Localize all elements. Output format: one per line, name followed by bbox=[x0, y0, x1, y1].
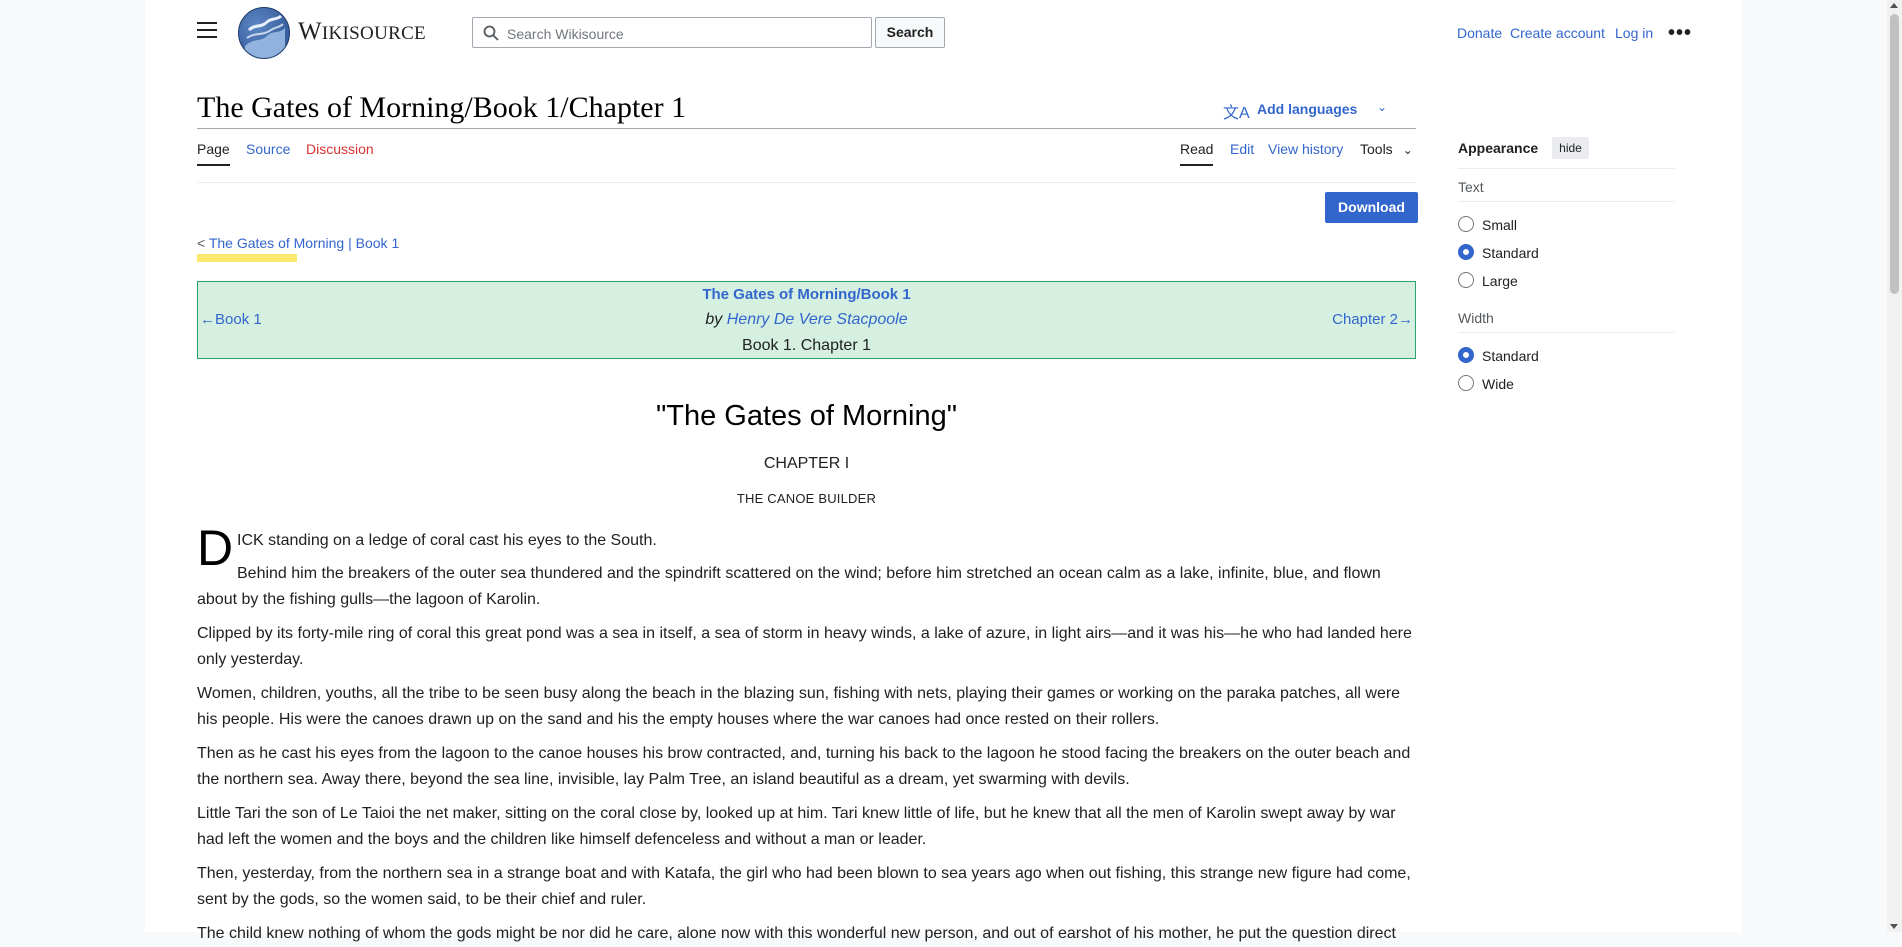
text-large-radio[interactable] bbox=[1458, 272, 1474, 288]
tab-page[interactable]: Page bbox=[197, 141, 230, 166]
previous-link[interactable]: ←Book 1 bbox=[200, 311, 262, 328]
page-scrollbar[interactable] bbox=[1887, 0, 1902, 932]
tools-label: Tools bbox=[1360, 141, 1393, 157]
language-icon: 文A bbox=[1223, 105, 1250, 122]
width-label: Width bbox=[1458, 310, 1494, 326]
scroll-down-arrow-icon[interactable] bbox=[1890, 924, 1898, 929]
width-standard-label[interactable]: Standard bbox=[1482, 348, 1539, 364]
text-standard-radio[interactable] bbox=[1458, 244, 1474, 260]
chapter-subtitle: THE CANOE BUILDER bbox=[736, 491, 877, 506]
breadcrumb-work-link[interactable]: The Gates of Morning bbox=[209, 235, 344, 251]
header-template-box: The Gates of Morning/Book 1 by Henry De … bbox=[197, 281, 1416, 359]
appearance-heading: Appearance bbox=[1458, 140, 1539, 156]
download-button[interactable]: Download bbox=[1325, 192, 1418, 223]
paragraph-5: Little Tari the son of Le Taioi the net … bbox=[197, 805, 1396, 848]
next-link[interactable]: Chapter 2→ bbox=[1332, 311, 1413, 328]
paragraph-1a: Behind him the breakers of the outer sea… bbox=[237, 565, 1381, 582]
text-size-label: Text bbox=[1458, 179, 1484, 195]
tools-menu[interactable]: Tools ⌄ bbox=[1360, 141, 1413, 157]
search-icon bbox=[483, 25, 499, 41]
paragraph-1b: about by the fishing gulls—the lagoon of… bbox=[197, 591, 541, 608]
section-label: Book 1. Chapter 1 bbox=[742, 337, 871, 354]
wikisource-wordmark[interactable]: WIKISOURCE bbox=[298, 18, 426, 46]
add-languages-button[interactable]: 文A Add languages ⌄ bbox=[1223, 100, 1387, 122]
breadcrumb-separator: | bbox=[344, 235, 356, 251]
tab-view-history[interactable]: View history bbox=[1268, 141, 1343, 157]
text-small-label[interactable]: Small bbox=[1482, 217, 1517, 233]
tab-source[interactable]: Source bbox=[246, 141, 290, 157]
wordmark-initial: W bbox=[298, 18, 322, 45]
by-label: by bbox=[705, 311, 727, 328]
more-options-icon[interactable]: ••• bbox=[1668, 22, 1692, 45]
paragraph-3: Women, children, youths, all the tribe t… bbox=[197, 685, 1401, 728]
log-in-link[interactable]: Log in bbox=[1615, 25, 1653, 41]
search-input[interactable] bbox=[505, 20, 859, 47]
tab-read[interactable]: Read bbox=[1180, 141, 1214, 166]
page-container: WIKISOURCE Search Donate Create account … bbox=[145, 0, 1742, 942]
main-menu-icon[interactable] bbox=[197, 22, 217, 40]
wikisource-logo[interactable] bbox=[238, 7, 290, 59]
text-large-label[interactable]: Large bbox=[1482, 273, 1518, 289]
search-box[interactable] bbox=[472, 17, 872, 48]
width-wide-radio[interactable] bbox=[1458, 375, 1474, 391]
width-standard-radio[interactable] bbox=[1458, 347, 1474, 363]
breadcrumb-book-link[interactable]: Book 1 bbox=[356, 235, 400, 251]
tabs-divider bbox=[197, 182, 1416, 183]
appearance-divider bbox=[1458, 168, 1675, 169]
search-button[interactable]: Search bbox=[875, 17, 945, 48]
hide-appearance-button[interactable]: hide bbox=[1552, 137, 1589, 159]
tab-discussion[interactable]: Discussion bbox=[306, 141, 374, 157]
breadcrumb-prefix: < bbox=[197, 235, 209, 251]
highlight-bar bbox=[197, 254, 297, 262]
tab-edit[interactable]: Edit bbox=[1230, 141, 1254, 157]
text-size-divider bbox=[1458, 201, 1675, 202]
author-link[interactable]: Henry De Vere Stacpoole bbox=[727, 311, 908, 328]
width-divider bbox=[1458, 332, 1675, 333]
text-small-radio[interactable] bbox=[1458, 216, 1474, 232]
breadcrumb: < The Gates of Morning | Book 1 bbox=[197, 235, 399, 251]
title-divider bbox=[197, 128, 1416, 129]
wordmark-rest: IKISOURCE bbox=[321, 23, 426, 44]
chevron-down-icon: ⌄ bbox=[1402, 143, 1413, 157]
create-account-link[interactable]: Create account bbox=[1510, 25, 1605, 41]
paragraph-6: Then, yesterday, from the northern sea i… bbox=[197, 865, 1411, 908]
scroll-up-arrow-icon[interactable] bbox=[1890, 3, 1898, 8]
work-title-link[interactable]: The Gates of Morning/Book 1 bbox=[702, 286, 910, 303]
add-languages-label: Add languages bbox=[1257, 101, 1358, 117]
paragraph-7: The child knew nothing of whom the gods … bbox=[197, 925, 1396, 942]
work-heading: "The Gates of Morning" bbox=[655, 400, 958, 432]
paragraph-2: Clipped by its forty-mile ring of coral … bbox=[197, 625, 1412, 668]
donate-link[interactable]: Donate bbox=[1457, 25, 1502, 41]
page-title: The Gates of Morning/Book 1/Chapter 1 bbox=[197, 91, 687, 124]
width-wide-label[interactable]: Wide bbox=[1482, 376, 1514, 392]
chapter-heading: CHAPTER I bbox=[763, 455, 850, 472]
paragraph-first-line: ICK standing on a ledge of coral cast hi… bbox=[237, 532, 657, 549]
paragraph-4: Then as he cast his eyes from the lagoon… bbox=[197, 745, 1411, 788]
drop-cap: D bbox=[197, 520, 234, 576]
text-standard-label[interactable]: Standard bbox=[1482, 245, 1539, 261]
scrollbar-thumb[interactable] bbox=[1890, 14, 1899, 294]
chevron-down-icon: ⌄ bbox=[1377, 100, 1388, 114]
